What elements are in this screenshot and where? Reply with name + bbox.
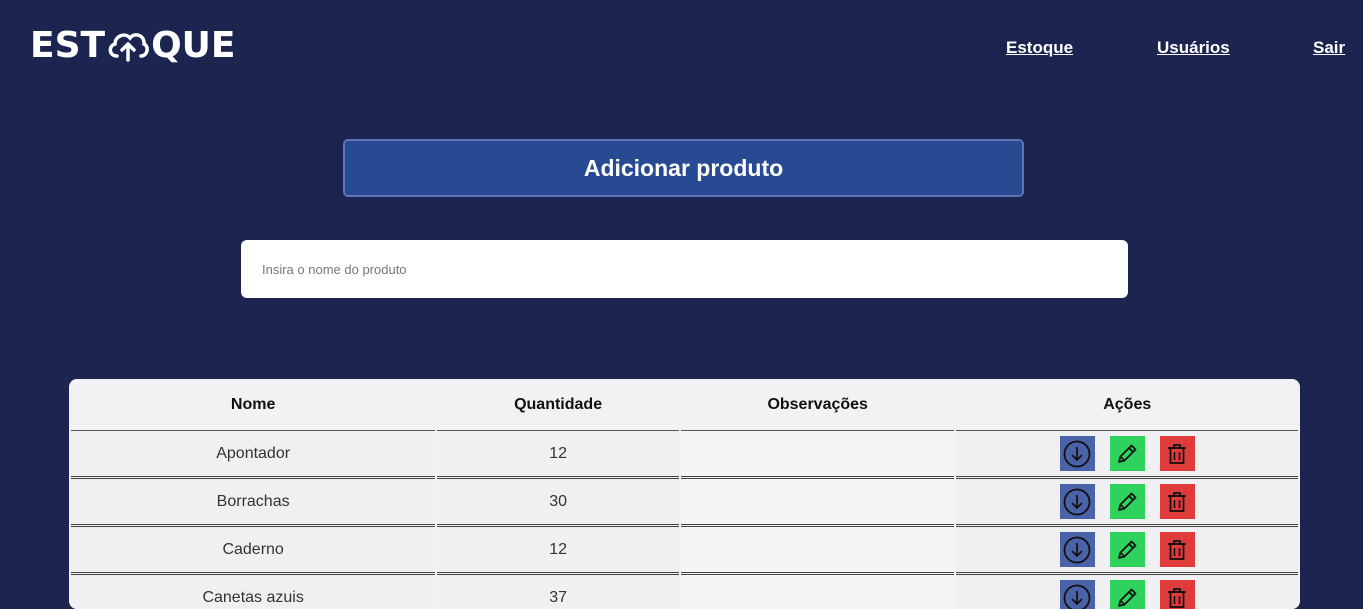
delete-button[interactable] (1160, 532, 1195, 567)
cell-quantidade: 12 (437, 527, 679, 575)
download-button[interactable] (1060, 580, 1095, 609)
cloud-upload-icon (105, 26, 151, 66)
products-table-container: Nome Quantidade Observações Ações Aponta… (69, 379, 1300, 609)
logo-text-right: QUE (151, 26, 235, 66)
table-row: Caderno12 (71, 527, 1298, 575)
column-header-nome: Nome (71, 379, 435, 431)
column-header-quantidade: Quantidade (437, 379, 679, 431)
pencil-icon (1114, 537, 1140, 563)
table-row: Canetas azuis37 (71, 575, 1298, 609)
cell-acoes (956, 527, 1298, 575)
delete-button[interactable] (1160, 436, 1195, 471)
row-actions (957, 436, 1297, 471)
column-header-acoes: Ações (956, 379, 1298, 431)
cell-quantidade: 30 (437, 479, 679, 527)
edit-button[interactable] (1110, 532, 1145, 567)
cell-nome: Caderno (71, 527, 435, 575)
download-icon (1062, 535, 1092, 565)
logo: EST QUE (30, 26, 236, 66)
download-icon (1062, 439, 1092, 469)
delete-button[interactable] (1160, 580, 1195, 609)
download-button[interactable] (1060, 436, 1095, 471)
row-actions (957, 580, 1297, 609)
cell-quantidade: 12 (437, 431, 679, 479)
nav-estoque-link[interactable]: Estoque (1006, 38, 1073, 58)
cell-acoes (956, 575, 1298, 609)
products-table: Nome Quantidade Observações Ações Aponta… (69, 379, 1300, 609)
delete-button[interactable] (1160, 484, 1195, 519)
cell-observacoes (681, 431, 955, 479)
edit-button[interactable] (1110, 580, 1145, 609)
logo-text-left: EST (30, 26, 105, 66)
trash-icon (1164, 537, 1190, 563)
row-actions (957, 484, 1297, 519)
download-icon (1062, 487, 1092, 517)
trash-icon (1164, 441, 1190, 467)
download-button[interactable] (1060, 532, 1095, 567)
cell-acoes (956, 479, 1298, 527)
cell-nome: Borrachas (71, 479, 435, 527)
cell-observacoes (681, 575, 955, 609)
edit-button[interactable] (1110, 436, 1145, 471)
cell-acoes (956, 431, 1298, 479)
edit-button[interactable] (1110, 484, 1145, 519)
cell-nome: Apontador (71, 431, 435, 479)
nav-usuarios-link[interactable]: Usuários (1157, 38, 1230, 58)
cell-observacoes (681, 527, 955, 575)
column-header-observacoes: Observações (681, 379, 955, 431)
pencil-icon (1114, 489, 1140, 515)
pencil-icon (1114, 441, 1140, 467)
cell-quantidade: 37 (437, 575, 679, 609)
table-row: Apontador12 (71, 431, 1298, 479)
cell-nome: Canetas azuis (71, 575, 435, 609)
product-search-input[interactable] (241, 240, 1128, 298)
table-header-row: Nome Quantidade Observações Ações (71, 379, 1298, 431)
download-button[interactable] (1060, 484, 1095, 519)
nav-sair-link[interactable]: Sair (1313, 38, 1345, 58)
trash-icon (1164, 489, 1190, 515)
row-actions (957, 532, 1297, 567)
download-icon (1062, 583, 1092, 609)
cell-observacoes (681, 479, 955, 527)
table-row: Borrachas30 (71, 479, 1298, 527)
add-product-button[interactable]: Adicionar produto (343, 139, 1024, 197)
